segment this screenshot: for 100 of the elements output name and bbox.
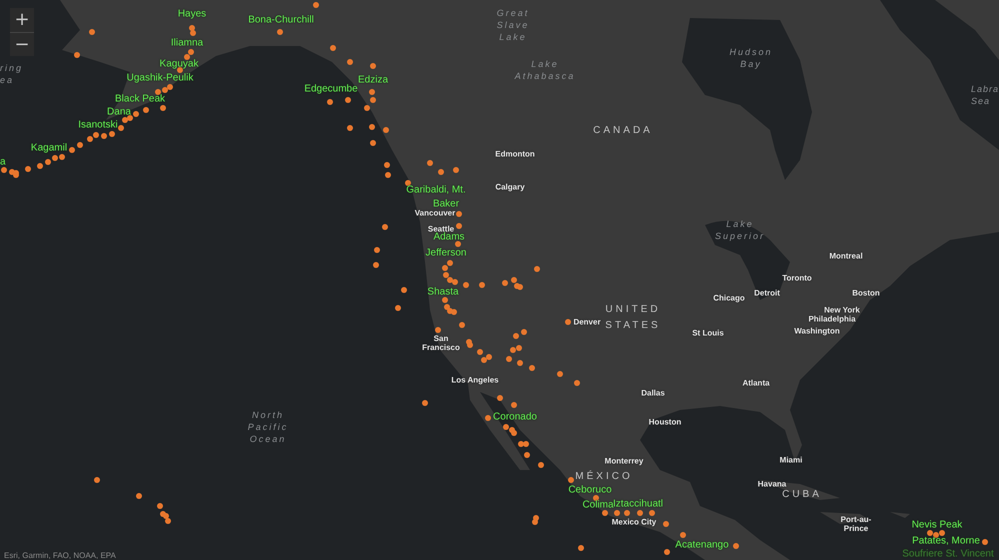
city-label: Dallas — [641, 388, 665, 398]
city-label: Seattle — [428, 224, 454, 234]
volcano-marker[interactable] — [118, 125, 124, 131]
volcano-marker[interactable] — [9, 169, 15, 175]
city-label: Vancouver — [414, 208, 456, 218]
volcano-marker[interactable] — [347, 125, 353, 131]
volcano-marker[interactable] — [77, 142, 83, 148]
volcano-label: Coronado — [493, 412, 537, 422]
water-label: Hudson Bay — [729, 46, 773, 70]
volcano-marker[interactable] — [364, 105, 370, 111]
volcano-marker[interactable] — [109, 131, 115, 137]
volcano-marker[interactable] — [373, 262, 379, 268]
city-label: Denver — [573, 318, 601, 326]
volcano-marker[interactable] — [524, 452, 530, 458]
volcano-label: Shasta — [427, 286, 459, 298]
city-label: Monterrey — [604, 456, 644, 466]
country-label: MÉXICO — [575, 469, 633, 484]
volcano-marker[interactable] — [101, 133, 107, 139]
volcano-label: Colima — [582, 500, 614, 510]
volcano-label: Kaguyak — [160, 58, 198, 70]
volcano-marker[interactable] — [45, 159, 51, 165]
volcano-marker[interactable] — [385, 172, 391, 178]
volcano-marker[interactable] — [162, 87, 168, 93]
volcano-marker[interactable] — [405, 180, 411, 186]
volcano-marker[interactable] — [369, 124, 375, 130]
volcano-label: Soufriere St. Vincent — [902, 548, 994, 560]
volcano-marker[interactable] — [345, 97, 351, 103]
volcano-marker[interactable] — [59, 154, 65, 160]
city-label: Atlanta — [742, 378, 770, 388]
volcano-marker[interactable] — [93, 132, 99, 138]
volcano-marker[interactable] — [25, 166, 31, 172]
volcano-marker[interactable] — [143, 107, 149, 113]
city-label: San Francisco — [422, 334, 460, 352]
country-label: UNITED STATES — [605, 303, 661, 333]
volcano-label: Ceboruco — [568, 484, 612, 496]
city-label: Philadelphia — [808, 314, 856, 324]
city-label: Houston — [648, 418, 682, 426]
volcano-marker[interactable] — [523, 441, 529, 447]
volcano-label: Isanotski — [78, 120, 118, 130]
volcano-label: Garibaldi, Mt. — [406, 184, 466, 196]
volcano-marker[interactable] — [94, 477, 100, 483]
volcano-marker[interactable] — [511, 430, 517, 436]
water-label: ring ea — [0, 62, 24, 86]
island-drawing — [935, 0, 999, 60]
volcano-marker[interactable] — [518, 441, 524, 447]
volcano-marker[interactable] — [401, 287, 407, 293]
volcano-marker[interactable] — [422, 400, 428, 406]
city-label: Edmonton — [495, 150, 535, 158]
volcano-label: Ugashik-Peulik — [126, 72, 194, 84]
volcano-marker[interactable] — [136, 493, 142, 499]
volcano-marker[interactable] — [87, 136, 93, 142]
volcano-label: Bona-Churchill — [248, 14, 314, 26]
city-label: Toronto — [782, 274, 812, 282]
water-label: Lake Superior — [714, 218, 766, 242]
volcano-label: Acatenango — [675, 540, 729, 550]
volcano-label: Dana — [107, 106, 131, 118]
volcano-marker[interactable] — [933, 532, 939, 538]
city-label: Detroit — [754, 288, 780, 298]
volcano-marker[interactable] — [133, 111, 139, 117]
volcano-marker[interactable] — [327, 99, 333, 105]
volcano-marker[interactable] — [538, 462, 544, 468]
volcano-label: Baker — [432, 198, 460, 210]
volcano-marker[interactable] — [37, 163, 43, 169]
volcano-marker[interactable] — [69, 147, 75, 153]
volcano-marker[interactable] — [127, 115, 133, 121]
volcano-marker[interactable] — [160, 105, 166, 111]
volcano-marker[interactable] — [927, 530, 933, 536]
volcano-marker[interactable] — [163, 513, 169, 519]
water-label: Labra Sea — [970, 83, 999, 107]
volcano-marker[interactable] — [122, 117, 128, 123]
volcano-marker[interactable] — [939, 530, 945, 536]
city-label: Washington — [794, 326, 840, 336]
volcano-marker[interactable] — [456, 211, 462, 217]
volcano-marker[interactable] — [395, 305, 401, 311]
volcano-marker[interactable] — [165, 518, 171, 524]
volcano-marker[interactable] — [578, 545, 584, 551]
city-label: Havana — [758, 480, 786, 488]
volcano-label: Iliamna — [170, 38, 204, 48]
volcano-marker[interactable] — [664, 549, 670, 555]
volcano-label: Iztaccihuatl — [612, 498, 664, 510]
volcano-marker[interactable] — [1, 167, 7, 173]
volcano-marker[interactable] — [52, 155, 58, 161]
city-label: Miami — [780, 456, 802, 464]
volcano-marker[interactable] — [384, 162, 390, 168]
country-label: CUBA — [782, 488, 822, 502]
volcano-marker[interactable] — [374, 247, 380, 253]
volcano-marker[interactable] — [532, 519, 538, 525]
water-label: North Pacific Ocean — [248, 409, 288, 445]
volcano-marker[interactable] — [157, 503, 163, 509]
volcano-marker[interactable] — [382, 224, 388, 230]
volcano-marker[interactable] — [184, 54, 190, 60]
water-label: Great Slave Lake — [496, 7, 530, 43]
city-label: Boston — [852, 288, 880, 298]
volcano-marker[interactable] — [982, 539, 988, 545]
volcano-marker[interactable] — [177, 67, 183, 73]
volcano-marker[interactable] — [455, 241, 461, 247]
volcano-marker[interactable] — [370, 140, 376, 146]
volcano-marker[interactable] — [602, 510, 608, 516]
volcano-marker[interactable] — [503, 424, 509, 430]
city-label: Los Angeles — [451, 376, 499, 384]
